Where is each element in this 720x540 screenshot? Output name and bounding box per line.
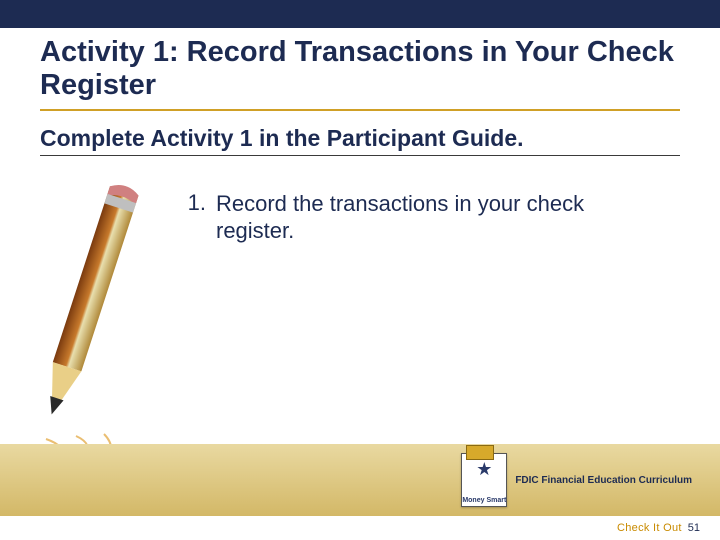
- fdic-flag-icon: [466, 445, 494, 460]
- slide-subtitle: Complete Activity 1 in the Participant G…: [40, 125, 680, 156]
- module-name: Check It Out: [617, 522, 682, 534]
- slide-title: Activity 1: Record Transactions in Your …: [40, 36, 680, 103]
- footer-band: ★ Money Smart FDIC Financial Education C…: [0, 444, 720, 516]
- step-text: Record the transactions in your check re…: [216, 190, 636, 245]
- curriculum-label: FDIC Financial Education Curriculum: [515, 475, 692, 486]
- top-accent-bar: [0, 0, 720, 28]
- title-underline: [40, 109, 680, 111]
- page-number: 51: [688, 522, 700, 534]
- star-icon: ★: [462, 460, 506, 478]
- fdic-branding: ★ Money Smart FDIC Financial Education C…: [461, 453, 692, 507]
- money-smart-label: Money Smart: [462, 497, 506, 504]
- step-number: 1.: [180, 190, 206, 216]
- step-item: 1. Record the transactions in your check…: [180, 190, 680, 245]
- money-smart-logo: ★ Money Smart: [461, 453, 507, 507]
- slide-content: Activity 1: Record Transactions in Your …: [0, 28, 720, 245]
- pager: Check It Out 51: [0, 516, 720, 540]
